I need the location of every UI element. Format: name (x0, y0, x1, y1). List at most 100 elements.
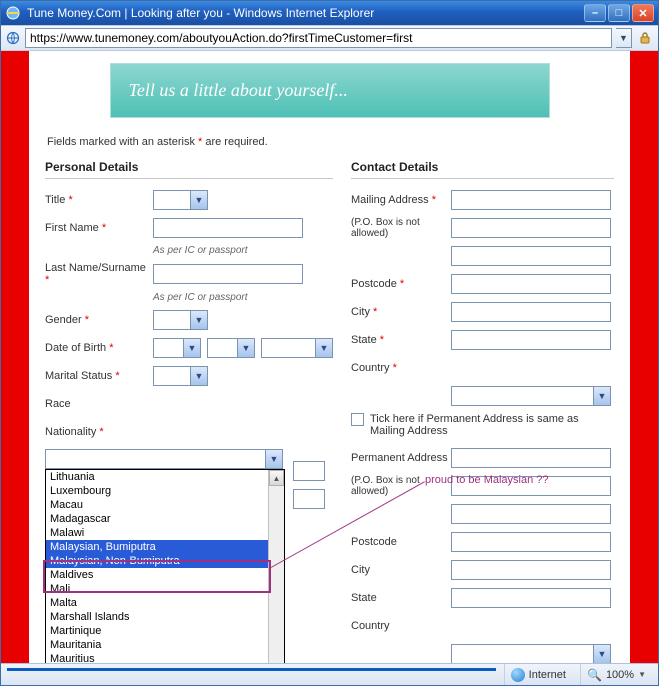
nationality-option[interactable]: Mali (46, 582, 268, 596)
perm-postcode-label: Postcode (351, 536, 451, 548)
city-input[interactable] (451, 302, 611, 322)
perm-city-input[interactable] (451, 560, 611, 580)
state-input[interactable] (451, 330, 611, 350)
title-label: Title * (45, 194, 153, 206)
dob-year-select[interactable]: ▼ (261, 338, 333, 358)
nationality-option[interactable]: Malawi (46, 526, 268, 540)
nationality-option[interactable]: Mauritius (46, 652, 268, 663)
window-title: Tune Money.Com | Looking after you - Win… (27, 6, 584, 20)
mailing-label: Mailing Address * (351, 194, 451, 206)
gender-label: Gender * (45, 314, 153, 326)
zone-indicator: Internet (504, 664, 572, 685)
page-viewport: Tell us a little about yourself... Field… (1, 51, 658, 663)
chevron-down-icon: ▼ (315, 339, 332, 357)
chevron-down-icon: ▼ (593, 387, 610, 405)
ie-logo-icon (5, 5, 21, 21)
nationality-option[interactable]: Malaysian, Bumiputra (46, 540, 268, 554)
mailing-line2-input[interactable] (451, 218, 611, 238)
nationality-option[interactable]: Lithuania (46, 470, 268, 484)
title-select[interactable]: ▼ (153, 190, 208, 210)
nationality-aux2-input[interactable] (293, 489, 325, 509)
window-titlebar: Tune Money.Com | Looking after you - Win… (1, 1, 658, 25)
required-note: Fields marked with an asterisk * are req… (47, 136, 612, 148)
zone-text: Internet (529, 669, 566, 681)
nationality-option[interactable]: Martinique (46, 624, 268, 638)
marital-select[interactable]: ▼ (153, 366, 208, 386)
nationality-listbox[interactable]: LithuaniaLuxembourgMacauMadagascarMalawi… (45, 469, 285, 663)
annotation-text: proud to be Malaysian ?? (425, 474, 549, 486)
pobox-note: (P.O. Box is not allowed) (351, 217, 451, 239)
perm-state-label: State (351, 592, 451, 604)
state-label: State * (351, 334, 451, 346)
mailing-line1-input[interactable] (451, 190, 611, 210)
perm-label: Permanent Address (351, 452, 451, 464)
personal-details-section: Personal Details Title * ▼ First Name * … (45, 160, 333, 663)
contact-heading: Contact Details (351, 160, 614, 179)
gender-select[interactable]: ▼ (153, 310, 208, 330)
globe-icon (511, 668, 525, 682)
city-label: City * (351, 306, 451, 318)
perm-line1-input[interactable] (451, 448, 611, 468)
status-bar: Internet 🔍 100% ▼ (1, 663, 658, 685)
firstname-label: First Name * (45, 222, 153, 234)
personal-heading: Personal Details (45, 160, 333, 179)
nationality-select[interactable]: ▼ (45, 449, 283, 469)
same-address-checkbox[interactable] (351, 413, 364, 426)
page-content: Tell us a little about yourself... Field… (29, 51, 630, 663)
race-label: Race (45, 398, 153, 410)
nationality-aux1-input[interactable] (293, 461, 325, 481)
perm-country-select[interactable]: ▼ (451, 644, 611, 663)
firstname-input[interactable] (153, 218, 303, 238)
window-minimize-button[interactable]: – (584, 4, 606, 22)
chevron-down-icon: ▼ (183, 339, 200, 357)
chevron-down-icon: ▼ (237, 339, 254, 357)
nationality-option[interactable]: Maldives (46, 568, 268, 582)
nationality-option[interactable]: Luxembourg (46, 484, 268, 498)
dob-label: Date of Birth * (45, 342, 153, 354)
nationality-option[interactable]: Malta (46, 596, 268, 610)
chevron-down-icon: ▼ (190, 367, 207, 385)
same-address-label: Tick here if Permanent Address is same a… (370, 413, 614, 437)
chevron-down-icon: ▼ (190, 191, 207, 209)
nationality-option[interactable]: Mauritania (46, 638, 268, 652)
banner: Tell us a little about yourself... (110, 63, 550, 118)
zoom-control[interactable]: 🔍 100% ▼ (580, 664, 652, 685)
dob-month-select[interactable]: ▼ (207, 338, 255, 358)
firstname-hint: As per IC or passport (153, 245, 333, 256)
chevron-down-icon: ▼ (638, 670, 646, 679)
nationality-option[interactable]: Madagascar (46, 512, 268, 526)
banner-text: Tell us a little about yourself... (129, 80, 348, 101)
perm-city-label: City (351, 564, 451, 576)
dob-day-select[interactable]: ▼ (153, 338, 201, 358)
scroll-up-icon[interactable]: ▲ (269, 470, 284, 486)
lastname-input[interactable] (153, 264, 303, 284)
contact-details-section: Contact Details Mailing Address * (P.O. … (351, 160, 614, 663)
url-text: https://www.tunemoney.com/aboutyouAction… (30, 31, 413, 45)
url-dropdown-button[interactable]: ▼ (616, 28, 632, 48)
lastname-hint: As per IC or passport (153, 292, 333, 303)
url-field[interactable]: https://www.tunemoney.com/aboutyouAction… (25, 28, 612, 48)
postcode-input[interactable] (451, 274, 611, 294)
marital-label: Marital Status * (45, 370, 153, 382)
window-close-button[interactable]: ✕ (632, 4, 654, 22)
mailing-line3-input[interactable] (451, 246, 611, 266)
postcode-label: Postcode * (351, 278, 451, 290)
perm-state-input[interactable] (451, 588, 611, 608)
nationality-option[interactable]: Macau (46, 498, 268, 512)
perm-line3-input[interactable] (451, 504, 611, 524)
address-bar: https://www.tunemoney.com/aboutyouAction… (1, 25, 658, 51)
window-maximize-button[interactable]: □ (608, 4, 630, 22)
country-label: Country * (351, 362, 451, 374)
nationality-label: Nationality * (45, 426, 153, 438)
nationality-option[interactable]: Marshall Islands (46, 610, 268, 624)
country-select[interactable]: ▼ (451, 386, 611, 406)
zoom-text: 100% (606, 669, 634, 681)
zoom-icon: 🔍 (587, 668, 602, 682)
chevron-down-icon: ▼ (190, 311, 207, 329)
perm-postcode-input[interactable] (451, 532, 611, 552)
chevron-down-icon: ▼ (265, 450, 282, 468)
perm-country-label: Country (351, 620, 451, 632)
chevron-down-icon: ▼ (593, 645, 610, 663)
lock-icon (636, 29, 654, 47)
nationality-option[interactable]: Malaysian, Non-Bumiputra (46, 554, 268, 568)
